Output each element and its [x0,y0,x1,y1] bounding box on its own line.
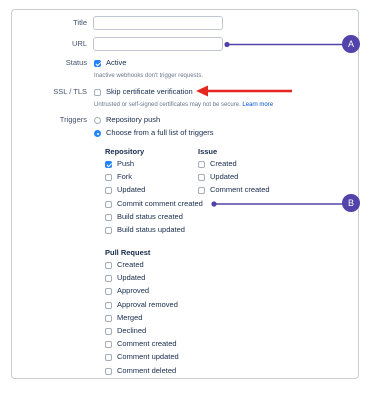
callout-a-dot [224,41,230,48]
callout-b-dot [211,201,217,207]
callout-b-badge: B [342,194,360,212]
arrow-icon [196,85,208,97]
callout-a-badge: A [342,35,360,53]
annotation-overlay [196,41,346,207]
